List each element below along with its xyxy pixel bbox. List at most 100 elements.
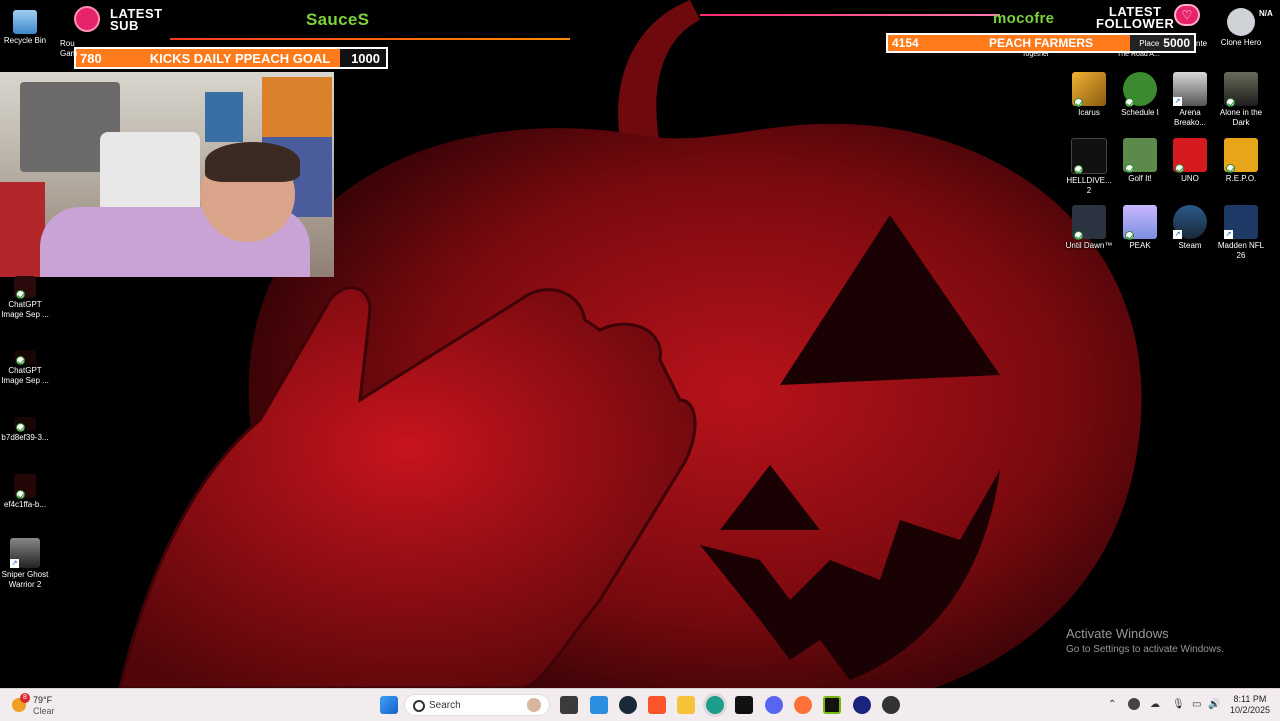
icarus-icon — [1072, 72, 1106, 107]
goal-target: 1000 — [340, 49, 386, 67]
desktop-icon-sniper-ghost-warrior-2[interactable]: ↗ Sniper Ghost Warrior 2 — [0, 538, 50, 590]
desktop-icon-steam[interactable]: ↗ Steam — [1165, 205, 1215, 251]
partial-desktop-label: nte — [1196, 39, 1208, 48]
farmers-target: 5000 — [1163, 36, 1190, 50]
weather-temp: 79°F — [33, 695, 53, 705]
task-view-button[interactable] — [560, 696, 578, 714]
shortcut-arrow-icon: ↗ — [10, 559, 19, 568]
nvidia-icon[interactable] — [823, 696, 841, 714]
desktop-icon-recycle-bin[interactable]: Recycle Bin — [0, 10, 50, 46]
poster — [205, 92, 243, 142]
desktop-icon-chatgpt-image-1[interactable]: ChatGPT Image Sep ... — [0, 276, 50, 320]
twitch-icon — [74, 6, 100, 32]
goal-title: KICKS DAILY PPEACH GOAL — [149, 50, 331, 66]
desktop-icon-madden-nfl-26[interactable]: ↗ Madden NFL 26 — [1216, 205, 1266, 261]
heart-icon: ♡ — [1174, 4, 1200, 26]
display-icon[interactable]: ▭ — [1192, 699, 1201, 710]
clock[interactable]: 8:11 PM 10/2/2025 — [1230, 694, 1270, 716]
app-icon-blue[interactable] — [853, 696, 871, 714]
weather-alert-badge: 8 — [20, 693, 30, 703]
shortcut-arrow-icon: ↗ — [1173, 97, 1182, 106]
latest-follower-label: LATEST FOLLOWER — [1096, 4, 1175, 31]
desktop-icon-alone-in-the-dark[interactable]: Alone in the Dark — [1216, 72, 1266, 128]
brave-browser-icon[interactable] — [648, 696, 666, 714]
desktop-icon-repo[interactable]: R.E.P.O. — [1216, 138, 1266, 184]
start-button[interactable] — [380, 696, 398, 714]
firefox-icon[interactable] — [794, 696, 812, 714]
app-icon-record[interactable] — [882, 696, 900, 714]
desktop-icon-schedule-i[interactable]: Schedule I — [1115, 72, 1165, 118]
peach-farmers-bar: 4154 PEACH FARMERS Place 5000 — [886, 33, 1196, 53]
synced-icon — [16, 356, 25, 365]
cloud-icon[interactable]: ☁ — [1150, 699, 1160, 710]
desktop-icon-until-dawn[interactable]: Until Dawn™ — [1064, 205, 1114, 251]
farmers-target-box: Place 5000 — [1130, 35, 1194, 51]
clock-date: 10/2/2025 — [1229, 705, 1270, 715]
speaker-icon[interactable]: 🔊 — [1208, 699, 1220, 710]
person-hair — [205, 142, 300, 182]
tiktok-icon[interactable] — [735, 696, 753, 714]
file-explorer-icon[interactable] — [677, 696, 695, 714]
partial-desktop-label: Together — [1022, 51, 1050, 58]
synced-icon — [1074, 165, 1083, 174]
activate-windows-watermark: Activate Windows Go to Settings to activ… — [1066, 626, 1224, 655]
steam-icon: ↗ — [1173, 205, 1207, 239]
steam-taskbar-icon[interactable] — [619, 696, 637, 714]
microphone-icon[interactable]: 🎙 — [1172, 699, 1185, 710]
synced-icon — [1074, 98, 1083, 107]
synced-icon — [1175, 164, 1184, 173]
desktop-icon-uno[interactable]: UNO — [1165, 138, 1215, 184]
poster — [262, 77, 332, 137]
synced-icon — [1125, 164, 1134, 173]
desktop-icon-chatgpt-image-2[interactable]: ChatGPT Image Sep ... — [0, 350, 50, 386]
farmers-current: 4154 — [892, 36, 919, 50]
clone-hero-icon — [1227, 8, 1255, 36]
shortcut-arrow-icon: ↗ — [1224, 230, 1233, 239]
farmers-title: PEACH FARMERS — [988, 36, 1093, 50]
synced-icon — [16, 490, 25, 499]
alone-in-the-dark-icon — [1224, 72, 1258, 107]
weather-widget[interactable]: 8 79°F Clear — [12, 693, 72, 717]
image-file-icon — [14, 276, 36, 299]
game-shortcut-icon: ↗ — [10, 538, 40, 568]
desktop-icon-golf-it[interactable]: Golf It! — [1115, 138, 1165, 184]
synced-icon — [1226, 164, 1235, 173]
image-file-icon — [14, 417, 36, 432]
desktop-icon-icarus[interactable]: Icarus — [1064, 72, 1114, 118]
activate-subtitle: Go to Settings to activate Windows. — [1066, 644, 1224, 655]
desktop-icon-clone-hero[interactable]: Clone Hero — [1216, 8, 1266, 48]
sponsor-text-left: SauceS — [306, 10, 370, 29]
desktop-icon-arena-breakout[interactable]: ↗ Arena Breako... — [1165, 72, 1215, 128]
shortcut-arrow-icon: ↗ — [1173, 230, 1182, 239]
discord-icon[interactable] — [765, 696, 783, 714]
latest-sub-label: LATEST SUB — [110, 6, 163, 33]
desktop-icon-helldivers-2[interactable]: HELLDIVE... 2 — [1064, 138, 1114, 196]
arena-breakout-icon: ↗ — [1173, 72, 1207, 106]
desktop-icon-peak[interactable]: PEAK — [1115, 205, 1165, 251]
golf-it-icon — [1123, 138, 1157, 173]
madden-icon: ↗ — [1224, 205, 1258, 239]
until-dawn-icon — [1072, 205, 1106, 240]
helldivers-icon — [1071, 138, 1107, 174]
partial-desktop-label: The Road A... — [1117, 51, 1160, 58]
daily-goal-bar: 780 KICKS DAILY PPEACH GOAL 1000 — [74, 47, 388, 69]
chevron-up-icon[interactable]: ⌃ — [1108, 699, 1116, 710]
desktop-icon-ef4c1ffa[interactable]: ef4c1ffa-b... — [0, 474, 50, 510]
taskbar-search[interactable]: Search — [404, 694, 550, 716]
edge-browser-icon[interactable] — [706, 696, 724, 714]
farmers-place: Place — [1139, 38, 1160, 48]
synced-icon — [16, 423, 25, 432]
desktop-icon-b7d8ef39[interactable]: b7d8ef39-3... — [0, 417, 50, 443]
tray-app-icon[interactable] — [1128, 698, 1140, 710]
image-file-icon — [14, 350, 36, 365]
clock-time: 8:11 PM — [1233, 694, 1267, 704]
synced-icon — [1074, 231, 1083, 240]
overlay-neon-line-right — [700, 14, 1000, 16]
peak-icon — [1123, 205, 1157, 240]
notes-app-icon[interactable] — [590, 696, 608, 714]
search-highlight-icon — [527, 698, 541, 712]
goal-current: 780 — [80, 50, 102, 66]
activate-title: Activate Windows — [1066, 626, 1169, 641]
shoe-boxes — [0, 182, 45, 277]
synced-icon — [1226, 98, 1235, 107]
